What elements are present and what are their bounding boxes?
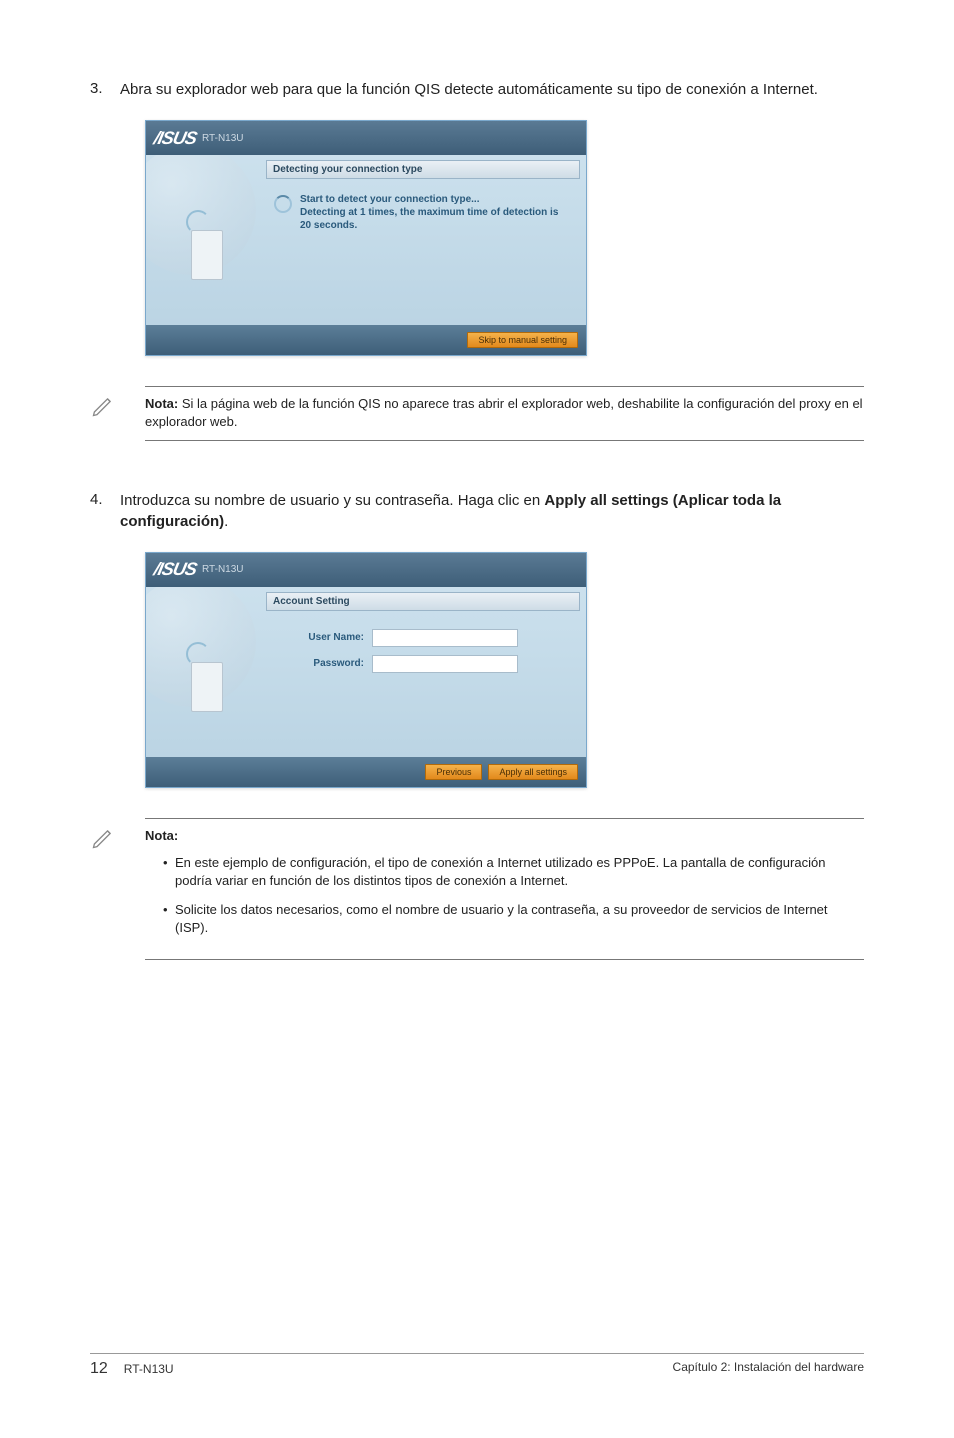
detect-line2: Detecting at 1 times, the maximum time o…	[300, 207, 558, 231]
screenshot2-footer: Previous Apply all settings	[146, 757, 586, 787]
step-4-text-c: .	[224, 513, 228, 530]
note-2-label: Nota:	[145, 828, 178, 843]
screenshot2-header: /ISUS RT-N13U	[146, 553, 586, 587]
screenshot2-body: Account Setting User Name: Password:	[146, 587, 586, 757]
note-1-label: Nota:	[145, 396, 178, 411]
detect-line1: Start to detect your connection type...	[300, 194, 479, 205]
apply-all-settings-button[interactable]: Apply all settings	[488, 764, 578, 780]
pencil-icon	[90, 391, 118, 419]
step-4: 4. Introduzca su nombre de usuario y su …	[90, 491, 864, 532]
note-2-list: En este ejemplo de configuración, el tip…	[163, 854, 864, 936]
username-label: User Name:	[274, 632, 372, 643]
note-1-body: Si la página web de la función QIS no ap…	[145, 396, 863, 429]
step-4-text: Introduzca su nombre de usuario y su con…	[120, 491, 864, 532]
note-2: Nota: En este ejemplo de configuración, …	[145, 818, 864, 960]
note-2-content: Nota: En este ejemplo de configuración, …	[145, 827, 864, 937]
footer-chapter: Capítulo 2: Instalación del hardware	[673, 1360, 864, 1378]
skip-manual-button[interactable]: Skip to manual setting	[467, 332, 578, 348]
note-2-bullet-1: En este ejemplo de configuración, el tip…	[163, 854, 864, 889]
footer-left: 12 RT-N13U	[90, 1360, 174, 1378]
password-row: Password:	[274, 655, 572, 673]
screenshot-footer: Skip to manual setting	[146, 325, 586, 355]
username-row: User Name:	[274, 629, 572, 647]
asus-logo: /ISUS	[152, 128, 198, 149]
screenshot-header: /ISUS RT-N13U	[146, 121, 586, 155]
screenshot-account: /ISUS RT-N13U Account Setting User Name:…	[145, 552, 587, 788]
globe-illustration	[146, 155, 266, 325]
account-panel: Account Setting User Name: Password:	[266, 587, 586, 757]
step-4-number: 4.	[90, 491, 120, 532]
password-input[interactable]	[372, 655, 518, 673]
step-3-number: 3.	[90, 80, 120, 100]
step-3: 3. Abra su explorador web para que la fu…	[90, 80, 864, 100]
panel-body: Start to detect your connection type... …	[266, 179, 580, 246]
username-input[interactable]	[372, 629, 518, 647]
page-number: 12	[90, 1360, 108, 1378]
loading-spinner-icon	[274, 195, 292, 213]
detect-panel: Detecting your connection type Start to …	[266, 155, 586, 325]
account-panel-title: Account Setting	[266, 592, 580, 611]
footer-model: RT-N13U	[124, 1362, 174, 1376]
password-label: Password:	[274, 658, 372, 669]
note-1-text: Nota: Si la página web de la función QIS…	[145, 395, 864, 430]
panel-title: Detecting your connection type	[266, 160, 580, 179]
step-4-text-a: Introduzca su nombre de usuario y su con…	[120, 492, 544, 509]
previous-button[interactable]: Previous	[425, 764, 482, 780]
screenshot-body: Detecting your connection type Start to …	[146, 155, 586, 325]
asus-logo-2: /ISUS	[152, 559, 198, 580]
pencil-icon-2	[90, 823, 118, 851]
note-1: Nota: Si la página web de la función QIS…	[145, 386, 864, 441]
detect-text: Start to detect your connection type... …	[300, 193, 572, 232]
model-label-2: RT-N13U	[202, 564, 244, 575]
page-footer: 12 RT-N13U Capítulo 2: Instalación del h…	[90, 1353, 864, 1378]
model-label: RT-N13U	[202, 133, 244, 144]
globe-illustration-2	[146, 587, 266, 757]
note-2-bullet-2: Solicite los datos necesarios, como el n…	[163, 901, 864, 936]
step-3-text: Abra su explorador web para que la funci…	[120, 80, 864, 100]
screenshot-detecting: /ISUS RT-N13U Detecting your connection …	[145, 120, 587, 356]
